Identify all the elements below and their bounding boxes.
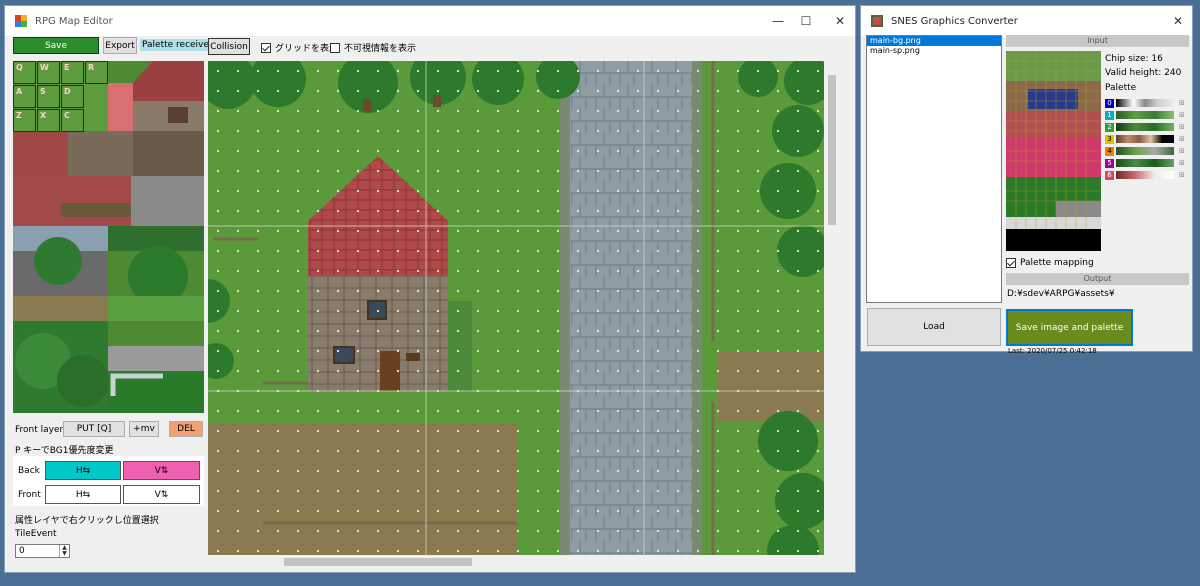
output-path: D:¥sdev¥ARPG¥assets¥	[1007, 289, 1115, 299]
tile-key-a[interactable]: A	[13, 85, 36, 108]
stepper-arrows-icon[interactable]: ▲ ▼	[59, 545, 69, 557]
collision-button[interactable]: Collision	[208, 38, 250, 55]
export-button[interactable]: Export	[103, 37, 137, 54]
chip-size-label: Chip size: 16	[1105, 54, 1163, 64]
tile-event-value: 0	[19, 546, 25, 556]
load-button[interactable]: Load	[867, 308, 1001, 346]
tile-key-q[interactable]: Q	[13, 61, 36, 84]
vertical-scroll-thumb[interactable]	[828, 75, 836, 225]
palette-swatch-4	[1116, 147, 1174, 155]
tile-key-x[interactable]: X	[37, 109, 60, 132]
front-v-flip-button[interactable]: V⇅	[123, 485, 200, 504]
palette-row-6[interactable]: 6 ⊞	[1105, 169, 1189, 181]
tile-key-c[interactable]: C	[61, 109, 84, 132]
file-item-main-bg[interactable]: main-bg.png	[867, 36, 1001, 46]
palette-row-0[interactable]: 0 ⊞	[1105, 97, 1189, 109]
snes-app-icon	[871, 15, 883, 27]
palette-swatch-6	[1116, 171, 1174, 179]
palette-label: Palette	[1105, 83, 1137, 93]
palette-row-3[interactable]: 3 ⊞	[1105, 133, 1189, 145]
mv-button[interactable]: +mv	[129, 421, 159, 437]
map-editor-window: RPG Map Editor — ☐ ✕ Save Export Palette…	[4, 5, 856, 573]
tile-key-z[interactable]: Z	[13, 109, 36, 132]
palette-mapping-label: Palette mapping	[1020, 258, 1094, 268]
app-icon	[15, 15, 27, 27]
map-image	[208, 61, 824, 555]
palette-swatch-3	[1116, 135, 1174, 143]
tile-key-e[interactable]: E	[61, 61, 84, 84]
palette-row-1[interactable]: 1 ⊞	[1105, 109, 1189, 121]
snes-title: SNES Graphics Converter	[891, 15, 1018, 27]
output-header: Output	[1006, 273, 1189, 285]
palette-swatch-2	[1116, 123, 1174, 131]
attribute-hint: 属性レイヤで右クリックし位置選択	[15, 516, 159, 526]
map-canvas[interactable]	[208, 61, 824, 555]
palette-index-5: 5	[1105, 158, 1114, 168]
tile-key-s[interactable]: S	[37, 85, 60, 108]
maximize-button[interactable]: ☐	[789, 6, 823, 36]
palette-index-3: 3	[1105, 134, 1114, 144]
palette-row-4[interactable]: 4 ⊞	[1105, 145, 1189, 157]
palette-expand-icon-5[interactable]: ⊞	[1179, 159, 1185, 167]
palette-swatch-5	[1116, 159, 1174, 167]
palette-mapping-check-icon	[1006, 258, 1016, 268]
editor-titlebar[interactable]: RPG Map Editor — ☐ ✕	[5, 6, 855, 36]
tile-event-label: TileEvent	[15, 529, 57, 539]
save-image-palette-button[interactable]: Save image and palette	[1006, 309, 1133, 346]
palette-index-6: 6	[1105, 170, 1114, 180]
show-grid-label: グリッドを表示	[275, 44, 339, 54]
tileset-panel[interactable]: Q W E R A S D Z X C	[13, 61, 204, 413]
palette-index-2: 2	[1105, 122, 1114, 132]
close-button[interactable]: ✕	[823, 6, 857, 36]
editor-title: RPG Map Editor	[35, 15, 113, 27]
vertical-scrollbar[interactable]	[825, 61, 839, 555]
palette-expand-icon-4[interactable]: ⊞	[1179, 147, 1185, 155]
tile-preview-image	[1006, 51, 1101, 251]
palette-expand-icon-1[interactable]: ⊞	[1179, 111, 1185, 119]
palette-index-1: 1	[1105, 110, 1114, 120]
back-label: Back	[18, 466, 40, 476]
back-h-flip-button[interactable]: H⇆	[45, 461, 121, 480]
palette-swatch-0	[1116, 99, 1174, 107]
palette-swatch-1	[1116, 111, 1174, 119]
palette-expand-icon-0[interactable]: ⊞	[1179, 99, 1185, 107]
file-list[interactable]: main-bg.png main-sp.png	[866, 35, 1002, 303]
palette-list: 0 ⊞ 1 ⊞ 2 ⊞ 3 ⊞ 4 ⊞ 5 ⊞ 6 ⊞	[1105, 97, 1189, 181]
tile-key-d[interactable]: D	[61, 85, 84, 108]
palette-expand-icon-3[interactable]: ⊞	[1179, 135, 1185, 143]
palette-mapping-checkbox[interactable]: Palette mapping	[1006, 258, 1094, 268]
palette-index-4: 4	[1105, 146, 1114, 156]
tile-preview	[1006, 51, 1101, 251]
palette-row-2[interactable]: 2 ⊞	[1105, 121, 1189, 133]
tile-key-r[interactable]: R	[85, 61, 108, 84]
input-header: Input	[1006, 35, 1189, 47]
show-impassable-label: 不可視情報を表示	[344, 44, 417, 54]
show-grid-check-icon	[261, 42, 271, 53]
palette-expand-icon-6[interactable]: ⊞	[1179, 171, 1185, 179]
put-button[interactable]: PUT [Q]	[63, 421, 125, 437]
front-layer-label: Front layer	[15, 425, 64, 435]
valid-height-label: Valid height: 240	[1105, 68, 1182, 78]
front-label: Front	[18, 490, 41, 500]
last-saved-label: Last: 2020/07/25 0:42:18	[1008, 347, 1097, 355]
snes-converter-window: SNES Graphics Converter ✕ main-bg.png ma…	[860, 5, 1193, 355]
back-v-flip-button[interactable]: V⇅	[123, 461, 200, 480]
horizontal-scroll-thumb[interactable]	[284, 558, 472, 566]
front-h-flip-button[interactable]: H⇆	[45, 485, 121, 504]
priority-hint: P キーでBG1優先度変更	[15, 446, 114, 456]
del-button[interactable]: DEL	[169, 421, 203, 437]
show-impassable-checkbox[interactable]: 不可視情報を表示	[330, 41, 416, 54]
show-grid-checkbox[interactable]: グリッドを表示	[261, 41, 338, 54]
snes-titlebar[interactable]: SNES Graphics Converter ✕	[861, 6, 1192, 36]
file-item-main-sp[interactable]: main-sp.png	[867, 46, 1001, 56]
tile-key-w[interactable]: W	[37, 61, 60, 84]
tile-event-stepper[interactable]: 0 ▲ ▼	[15, 544, 70, 558]
snes-close-button[interactable]: ✕	[1161, 6, 1195, 36]
show-impassable-check-icon	[330, 42, 340, 53]
palette-index-0: 0	[1105, 98, 1114, 108]
save-button[interactable]: Save	[13, 37, 99, 54]
palette-row-5[interactable]: 5 ⊞	[1105, 157, 1189, 169]
horizontal-scrollbar[interactable]	[208, 555, 824, 569]
palette-expand-icon-2[interactable]: ⊞	[1179, 123, 1185, 131]
